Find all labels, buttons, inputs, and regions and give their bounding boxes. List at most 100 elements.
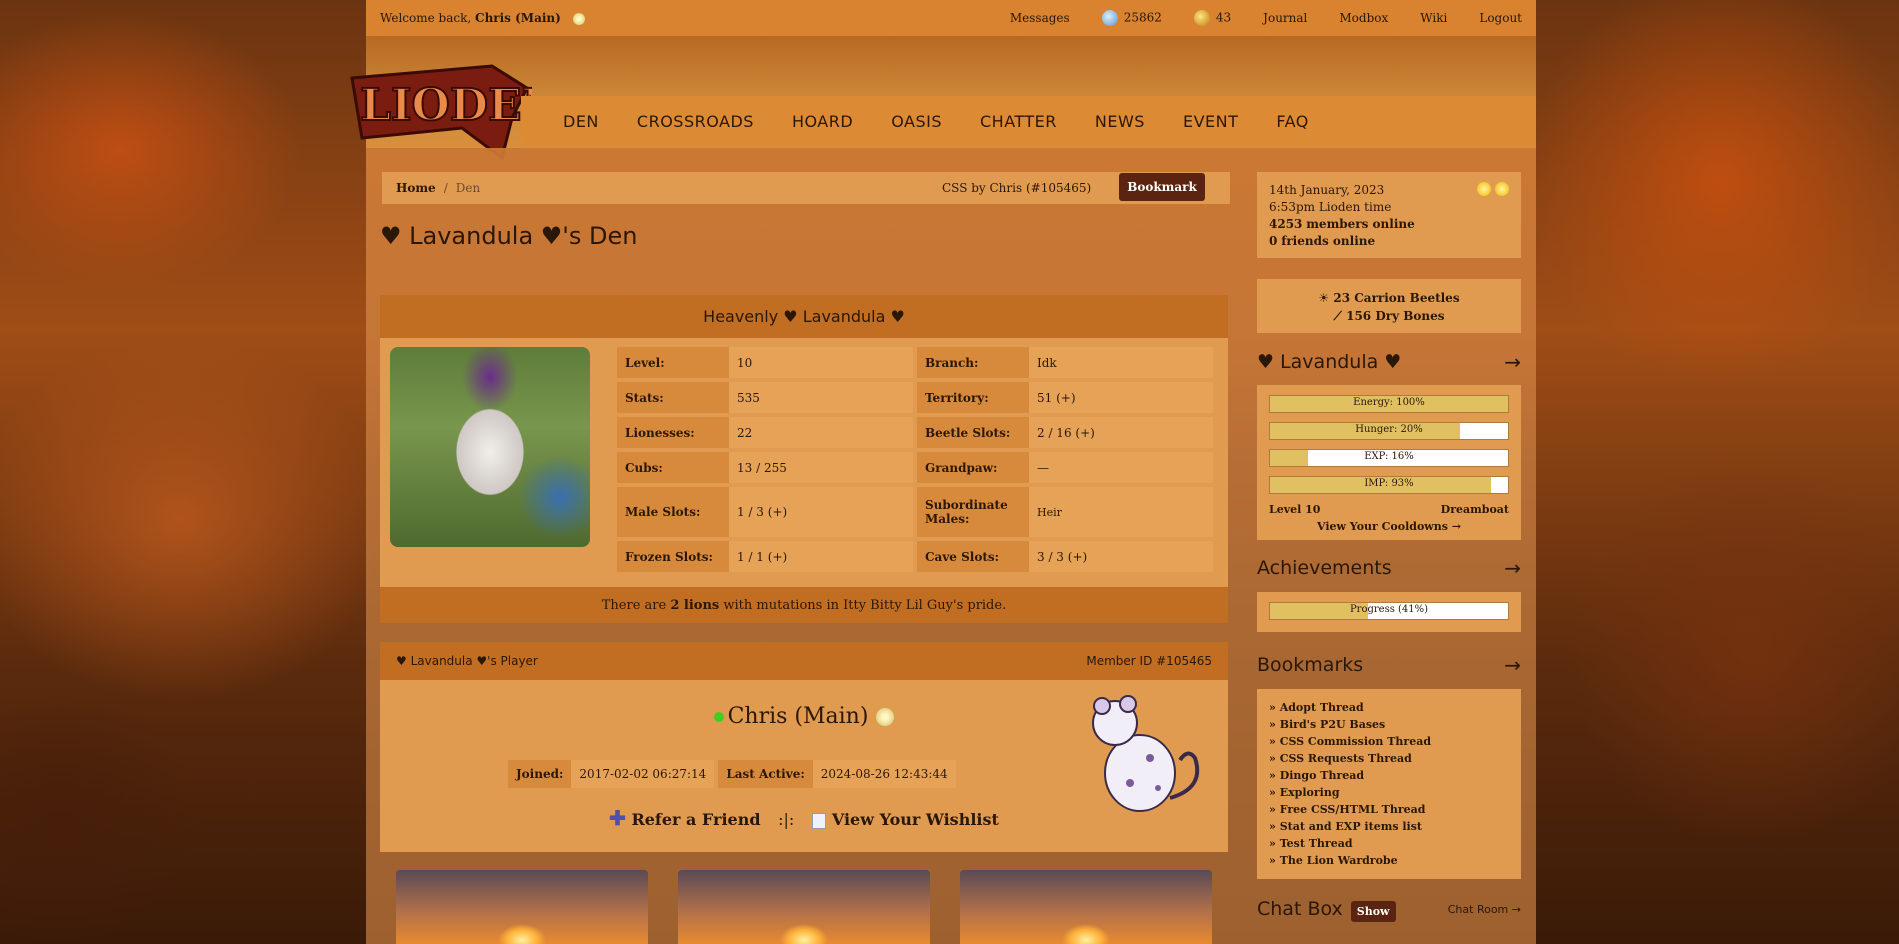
stat-value[interactable]: Heir [1029, 487, 1213, 537]
main-nav: DEN CROSSROADS HOARD OASIS CHATTER NEWS … [521, 96, 1536, 146]
flower-icon [572, 12, 585, 25]
stat-value[interactable]: 1 / 3 (+) [729, 487, 913, 537]
chat-room-link[interactable]: Chat Room → [1448, 903, 1521, 916]
den-image[interactable] [960, 870, 1212, 944]
stat-key: Level: [617, 347, 729, 378]
nav-news[interactable]: NEWS [1095, 112, 1145, 131]
den-image[interactable] [396, 870, 648, 944]
achievements-panel: Progress (41%) [1257, 592, 1521, 632]
wishlist-link[interactable]: View Your Wishlist [832, 810, 999, 829]
player-name[interactable]: Chris (Main) [728, 704, 869, 729]
bookmark-item[interactable]: » Adopt Thread [1269, 699, 1509, 716]
stat-value[interactable]: 1 / 1 (+) [729, 541, 913, 572]
chat-box-header: Chat Box Show Chat Room → [1257, 898, 1521, 922]
plus-icon: ✚ [609, 806, 626, 830]
stat-value[interactable]: 51 (+) [1029, 382, 1213, 413]
bookmark-item[interactable]: » Free CSS/HTML Thread [1269, 801, 1509, 818]
weather-icons [1473, 182, 1509, 201]
dry-bones[interactable]: ⟋ 156 Dry Bones [1269, 307, 1509, 325]
messages-link[interactable]: Messages [1010, 11, 1070, 25]
bookmark-item[interactable]: » Dingo Thread [1269, 767, 1509, 784]
imp-bar: IMP: 93% [1269, 476, 1509, 494]
lion-panel: Heavenly ♥ Lavandula ♥ Level: 10 Branch: I… [380, 295, 1228, 623]
stat-key: Cave Slots: [917, 541, 1029, 572]
friends-online[interactable]: 0 friends online [1269, 233, 1509, 250]
player-header: ♥ Lavandula ♥'s Player Member ID #105465 [380, 642, 1228, 680]
nav-den[interactable]: DEN [563, 112, 599, 131]
nav-oasis[interactable]: OASIS [891, 112, 942, 131]
lion-image[interactable] [390, 347, 590, 547]
bookmark-item[interactable]: » CSS Requests Thread [1269, 750, 1509, 767]
logout-link[interactable]: Logout [1479, 11, 1522, 25]
player-dates: Joined: 2017-02-02 06:27:14 Last Active: 2… [508, 760, 956, 788]
bookmark-item[interactable]: » The Lion Wardrobe [1269, 852, 1509, 869]
member-id: Member ID #105465 [1086, 654, 1212, 668]
carrion-beetles[interactable]: ☀ 23 Carrion Beetles [1269, 289, 1509, 307]
stat-value: — [1037, 460, 1049, 475]
stat-value: 13 / 255 [737, 460, 787, 475]
stat-row: Level: 10 Branch: Idk [617, 347, 1213, 378]
top-links: Messages 25862 43 Journal Modbox Wiki Lo… [1010, 10, 1522, 26]
nav-hoard[interactable]: HOARD [792, 112, 853, 131]
stat-row: Male Slots: 1 / 3 (+) Subordinate Males: H… [617, 487, 1213, 537]
currency-sb[interactable]: 25862 [1101, 10, 1162, 26]
level-text: Level 10 [1269, 503, 1321, 516]
arrow-right-icon[interactable]: → [1504, 653, 1521, 677]
css-credit[interactable]: CSS by Chris (#105465) [942, 181, 1091, 195]
stat-value[interactable]: 2 / 16 (+) [1029, 417, 1213, 448]
chat-show-button[interactable]: Show [1350, 901, 1396, 922]
nav-crossroads[interactable]: CROSSROADS [637, 112, 754, 131]
achievements-title: Achievements [1257, 557, 1392, 579]
welcome-text: Welcome back, Chris (Main) [380, 11, 585, 25]
nav-chatter[interactable]: CHATTER [980, 112, 1057, 131]
bookmark-item[interactable]: » Test Thread [1269, 835, 1509, 852]
stat-key: Lionesses: [617, 417, 729, 448]
stat-row: Cubs: 13 / 255 Grandpaw: — [617, 452, 1213, 483]
bookmark-item[interactable]: » CSS Commission Thread [1269, 733, 1509, 750]
stat-key: Territory: [917, 382, 1029, 413]
wiki-link[interactable]: Wiki [1420, 11, 1447, 25]
refer-friend-link[interactable]: Refer a Friend [631, 810, 760, 829]
lion-name: Heavenly ♥ Lavandula ♥ [380, 295, 1228, 338]
level-row: Level 10 Dreamboat [1269, 503, 1509, 516]
bookmark-item[interactable]: » Bird's P2U Bases [1269, 716, 1509, 733]
cooldowns-link[interactable]: View Your Cooldowns → [1269, 520, 1509, 533]
stat-value: 535 [737, 390, 760, 405]
breadcrumb-home[interactable]: Home [396, 181, 436, 195]
rank-text: Dreamboat [1440, 503, 1509, 516]
welcome-user[interactable]: Chris (Main) [475, 11, 561, 25]
nav-faq[interactable]: FAQ [1276, 112, 1309, 131]
stat-value: Idk [1037, 355, 1057, 370]
bookmark-item[interactable]: » Exploring [1269, 784, 1509, 801]
stat-key: Frozen Slots: [617, 541, 729, 572]
joined-value: 2017-02-02 06:27:14 [579, 767, 707, 781]
online-status-icon [713, 712, 724, 722]
beetle-icon: ☀ [1318, 291, 1330, 305]
stat-value[interactable]: 3 / 3 (+) [1029, 541, 1213, 572]
members-online[interactable]: 4253 members online [1269, 216, 1509, 233]
mutation-count[interactable]: 2 lions [670, 598, 719, 613]
bone-icon: ⟋ [1333, 309, 1342, 323]
currency-gb[interactable]: 43 [1193, 10, 1231, 26]
arrow-right-icon[interactable]: → [1504, 350, 1521, 374]
breadcrumb: Home / Den CSS by Chris (#105465) [382, 172, 1230, 204]
link-separator: :|: [778, 810, 795, 829]
player-header-title: ♥ Lavandula ♥'s Player [396, 654, 538, 668]
exp-bar: EXP: 16% [1269, 449, 1509, 467]
bookmark-item[interactable]: » Stat and EXP items list [1269, 818, 1509, 835]
nav-event[interactable]: EVENT [1183, 112, 1238, 131]
stat-row: Stats: 535 Territory: 51 (+) [617, 382, 1213, 413]
player-avatar[interactable] [1070, 688, 1210, 818]
modbox-link[interactable]: Modbox [1339, 11, 1388, 25]
hunger-bar: Hunger: 20% [1269, 422, 1509, 440]
den-image[interactable] [678, 870, 930, 944]
wishlist-icon [811, 812, 826, 829]
stat-key: Grandpaw: [917, 452, 1029, 483]
arrow-right-icon[interactable]: → [1504, 556, 1521, 580]
journal-link[interactable]: Journal [1263, 11, 1307, 25]
lion-status-panel: Energy: 100% Hunger: 20% EXP: 16% IMP: 9… [1257, 385, 1521, 540]
page: Welcome back, Chris (Main) Messages 2586… [350, 0, 1536, 944]
svg-text:LIODEN: LIODEN [360, 80, 532, 131]
bookmark-button[interactable]: Bookmark [1119, 173, 1205, 201]
progress-bar: Progress (41%) [1269, 602, 1509, 620]
